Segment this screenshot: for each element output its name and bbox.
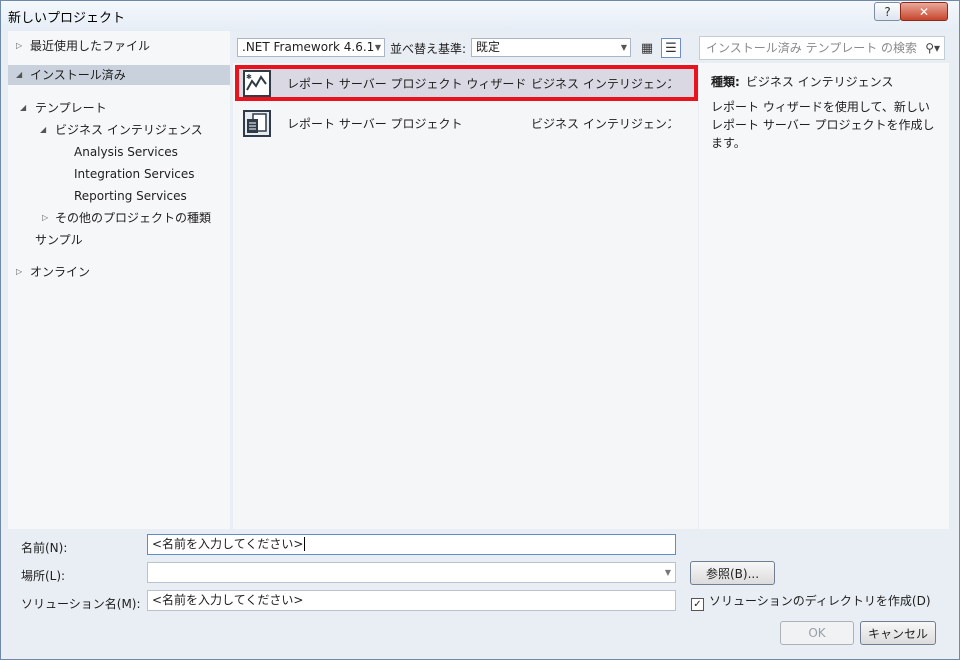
tree-node-analysis-services[interactable]: Analysis Services [8,142,230,162]
solution-name-label: ソリューション名(M): [21,597,141,611]
checkmark-icon[interactable]: ✓ [691,598,704,611]
location-combo[interactable]: ▼ [147,562,676,583]
tree-node-reporting-services[interactable]: Reporting Services [8,186,230,206]
tree-node-business-intelligence[interactable]: ◢ ビジネス インテリジェンス [8,120,230,140]
title-bar: 新しいプロジェクト ? ✕ [1,1,959,31]
expand-arrow-icon[interactable]: ▷ [42,208,48,228]
template-list: ✱ レポート サーバー プロジェクト ウィザード ビジネス インテリジェンス レ… [233,63,698,529]
tree-node-online[interactable]: ▷ オンライン [8,262,230,282]
expand-arrow-icon[interactable]: ▷ [16,36,22,56]
template-name: レポート サーバー プロジェクト [287,117,463,131]
tree-node-other-project-types[interactable]: ▷ その他のプロジェクトの種類 [8,208,230,228]
tree-node-recent[interactable]: ▷ 最近使用したファイル [8,36,230,56]
template-type: ビジネス インテリジェンス [531,77,671,91]
list-view-button[interactable]: ☰ [661,38,681,58]
tree-node-integration-services[interactable]: Integration Services [8,164,230,184]
collapse-arrow-icon[interactable]: ◢ [20,98,26,118]
list-icon: ☰ [665,40,677,56]
framework-select[interactable]: .NET Framework 4.6.1 ▼ [237,38,385,57]
sort-label: 並べ替え基準: [390,42,467,56]
solution-name-input[interactable]: <名前を入力してください> [147,590,676,611]
close-button[interactable]: ✕ [900,2,948,21]
grid-icon: ▦ [640,40,654,56]
sort-select[interactable]: 既定 ▼ [471,38,631,57]
small-icons-view-button[interactable]: ▦ [637,38,657,58]
cancel-button[interactable]: キャンセル [860,621,936,645]
template-type: ビジネス インテリジェンス [531,117,671,131]
report-wizard-icon: ✱ [243,70,271,97]
template-category-tree: ▷ 最近使用したファイル ◢ インストール済み ◢ テンプレート ◢ ビジネス … [8,31,230,529]
window-title: 新しいプロジェクト [8,11,126,26]
collapse-arrow-icon[interactable]: ◢ [40,120,46,140]
report-project-icon [243,110,271,137]
tree-node-installed[interactable]: ◢ インストール済み [8,65,230,85]
tree-node-templates[interactable]: ◢ テンプレート [8,98,230,118]
browse-button[interactable]: 参照(B)... [690,561,775,585]
chevron-down-icon: ▼ [664,568,671,577]
location-label: 場所(L): [21,569,66,583]
collapse-arrow-icon[interactable]: ◢ [16,65,22,85]
template-details-pane: 種類: ビジネス インテリジェンス レポート ウィザードを使用して、新しいレポート… [699,63,949,529]
template-item-report-wizard[interactable]: ✱ レポート サーバー プロジェクト ウィザード ビジネス インテリジェンス [235,65,698,101]
ok-button[interactable]: OK [780,621,854,645]
help-icon: ? [884,4,891,19]
template-item-report-project[interactable]: レポート サーバー プロジェクト ビジネス インテリジェンス [235,105,698,141]
search-icon[interactable]: ⚲▾ [925,37,940,59]
template-type-info: 種類: ビジネス インテリジェンス [711,75,894,89]
tree-node-samples[interactable]: サンプル [8,230,230,250]
close-icon: ✕ [918,4,930,19]
template-search-input[interactable]: インストール済み テンプレート の検索 ⚲▾ [699,36,945,60]
create-directory-checkbox[interactable]: ✓ ソリューションのディレクトリを作成(D) [691,592,931,611]
new-project-dialog: 新しいプロジェクト ? ✕ ▷ 最近使用したファイル ◢ インストール済み ◢ … [0,0,960,660]
chevron-down-icon: ▼ [374,43,381,52]
svg-text:✱: ✱ [246,73,252,81]
template-name: レポート サーバー プロジェクト ウィザード [287,77,527,91]
chevron-down-icon: ▼ [620,43,627,52]
template-description: レポート ウィザードを使用して、新しいレポート サーバー プロジェクトを作成しま… [711,100,935,150]
help-button[interactable]: ? [874,2,901,21]
project-name-input[interactable]: <名前を入力してください> [147,534,676,555]
expand-arrow-icon[interactable]: ▷ [16,262,22,282]
name-label: 名前(N): [21,541,68,555]
